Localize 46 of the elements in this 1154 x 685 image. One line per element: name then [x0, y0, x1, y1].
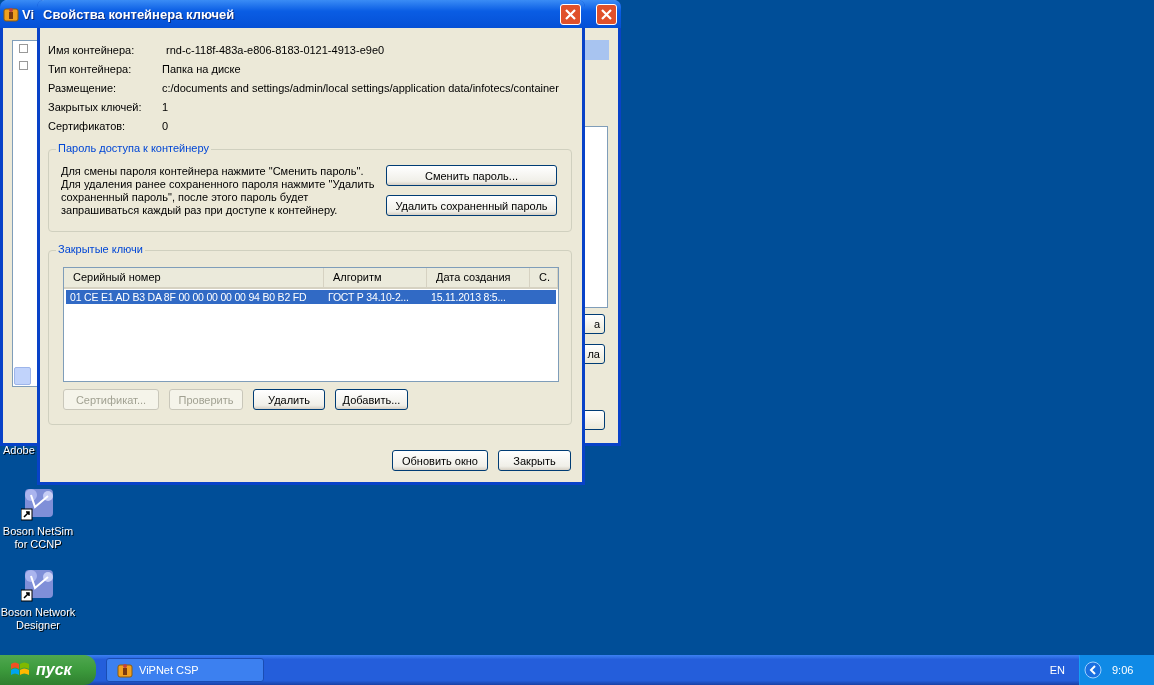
window-title: Vi — [22, 6, 35, 22]
refresh-button[interactable]: Обновить окно — [392, 450, 488, 471]
field-label: Размещение: — [48, 82, 118, 94]
window-title: Свойства контейнера ключей — [43, 6, 235, 22]
desktop-icon-label[interactable]: Boson NetSim for CCNP — [0, 525, 76, 551]
group-title: Закрытые ключи — [56, 243, 145, 255]
column-header[interactable]: Алгоритм — [324, 268, 427, 287]
change-password-button[interactable]: Сменить пароль... — [386, 165, 557, 186]
start-button[interactable]: пуск — [0, 655, 96, 685]
field-value: Папка на диске — [162, 63, 241, 75]
close-button[interactable] — [596, 3, 617, 25]
field-value: rnd-c-118f-483a-e806-8183-0121-4913-e9e0 — [166, 44, 385, 56]
clock: 9:06 — [1112, 664, 1134, 676]
table-cell-text: 01 CE E1 AD B3 DA 8F 00 00 00 00 00 94 B0 B2 FD — [69, 290, 308, 304]
key-row[interactable]: 01 CE E1 AD B3 DA 8F 00 00 00 00 00 94 B0 B2 FD ГОСТ Р 34.10-2... 15.11.2013 8:5... — [66, 290, 556, 304]
field-value: 0 — [162, 120, 169, 132]
table-cell-text: ГОСТ Р 34.10-2... — [327, 290, 410, 304]
taskbar-task[interactable]: ViPNet CSP — [106, 658, 264, 682]
field-label: Сертификатов: — [48, 120, 127, 132]
chevron-left-icon[interactable] — [1084, 661, 1102, 679]
network-shortcut-icon[interactable] — [21, 487, 55, 521]
delete-button[interactable]: Удалить — [253, 389, 325, 410]
close-icon — [565, 8, 576, 20]
close-icon — [601, 8, 612, 20]
field-value: 1 — [162, 101, 169, 113]
table-cell-text: 15.11.2013 8:5... — [430, 290, 507, 304]
column-header[interactable]: Серийный номер — [64, 268, 324, 287]
group-title: Пароль доступа к контейнеру — [56, 142, 211, 154]
network-shortcut-icon[interactable] — [21, 568, 55, 602]
column-header[interactable]: С. — [530, 268, 558, 287]
close-dialog-button[interactable]: Закрыть — [498, 450, 571, 471]
delete-password-button[interactable]: Удалить сохраненный пароль — [386, 195, 557, 216]
language-indicator[interactable]: EN — [1049, 664, 1065, 676]
close-button[interactable] — [560, 3, 581, 25]
field-label: Тип контейнера: — [48, 63, 133, 75]
add-button[interactable]: Добавить... — [335, 389, 408, 410]
app-icon — [117, 662, 133, 678]
desktop-icon-label[interactable]: Boson Network Designer — [0, 606, 76, 632]
field-value: c:/documents and settings/admin/local settings/application data/infotecs/container — [162, 82, 559, 94]
field-label: Закрытых ключей: — [48, 101, 143, 113]
selected-item[interactable] — [583, 40, 609, 60]
field-label: Имя контейнера: — [48, 44, 136, 56]
desktop-icon-label[interactable]: Adobe — [3, 444, 35, 457]
app-icon — [3, 6, 19, 22]
password-hint: Для смены пароля контейнера нажмите "Сменить пароль". Для удаления ранее сохраненного пароля нажмите "Удалить сохраненный пароль", после этого пароль будет запрашиваться каждый раз при доступе к контейнеру. — [61, 165, 376, 217]
column-header[interactable]: Дата создания — [427, 268, 530, 287]
